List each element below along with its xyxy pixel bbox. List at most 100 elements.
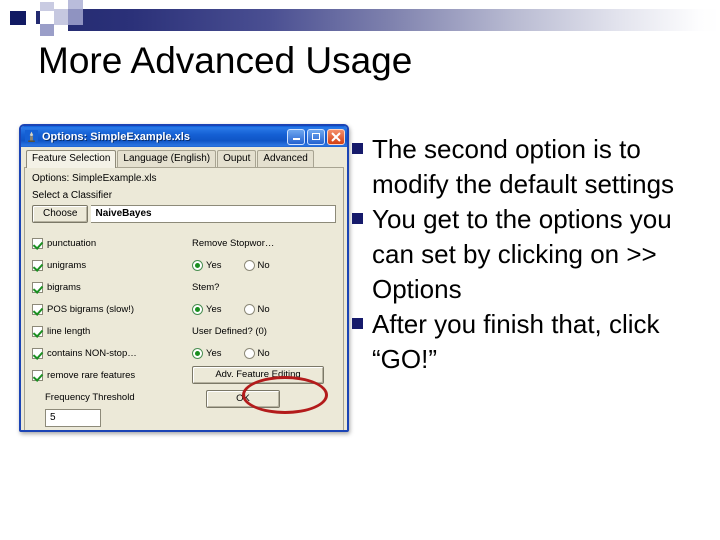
checkbox-contains-non-stop[interactable]: contains NON-stop… (32, 342, 186, 364)
radio-label: Yes (206, 303, 222, 315)
list-item: The second option is to modify the defau… (352, 132, 708, 202)
page-title: More Advanced Usage (38, 40, 413, 81)
feature-checkbox-column: punctuation unigrams bigrams POS bigrams… (32, 232, 186, 427)
deco-square (54, 25, 68, 36)
checkbox-icon[interactable] (32, 259, 43, 271)
checkbox-label: punctuation (47, 237, 97, 249)
radio-icon[interactable] (243, 259, 255, 271)
checkbox-label: unigrams (47, 259, 87, 271)
checkbox-label: bigrams (47, 281, 81, 293)
dialog-body: Feature Selection Language (English) Oup… (21, 147, 347, 430)
radio-icon[interactable] (192, 303, 203, 315)
minimize-icon (292, 138, 300, 140)
radio-stem-yes[interactable]: Yes (192, 303, 222, 315)
app-icon (25, 130, 38, 143)
classifier-value[interactable]: NaiveBayes (91, 205, 336, 223)
radio-label: No (257, 303, 270, 315)
feature-options-column: Remove Stopwor… Yes No Stem? Yes No User… (192, 232, 336, 427)
close-icon (331, 132, 341, 141)
deco-square (40, 11, 54, 25)
radio-remove-stopwords-yes[interactable]: Yes (192, 259, 222, 271)
list-item: You get to the options you can set by cl… (352, 202, 708, 307)
deco-square (0, 9, 10, 31)
user-defined-label: User Defined? (0) (192, 325, 267, 337)
dialog-title: Options: SimpleExample.xls (42, 130, 190, 143)
radio-icon[interactable] (192, 347, 203, 359)
dialog-titlebar[interactable]: Options: SimpleExample.xls (21, 126, 347, 147)
classifier-row: Choose NaiveBayes (32, 205, 336, 223)
remove-stopwords-radios[interactable]: Yes No (192, 254, 336, 276)
radio-label: Yes (206, 347, 222, 359)
deco-square (10, 11, 26, 25)
radio-label: No (257, 259, 270, 271)
checkbox-icon[interactable] (32, 347, 43, 359)
user-defined-radios[interactable]: Yes No (192, 342, 336, 364)
deco-square (26, 0, 40, 11)
bullet-text: After you finish that, click “GO!” (372, 309, 660, 374)
checkbox-bigrams[interactable]: bigrams (32, 276, 186, 298)
checkbox-remove-rare-features[interactable]: remove rare features (32, 364, 186, 386)
tab-bar[interactable]: Feature Selection Language (English) Oup… (24, 150, 344, 168)
panel-caption: Options: SimpleExample.xls (32, 173, 157, 184)
window-controls[interactable] (287, 128, 345, 145)
radio-stem-no[interactable]: No (243, 303, 270, 315)
frequency-threshold-label: Frequency Threshold (45, 392, 135, 403)
checkbox-label: POS bigrams (slow!) (47, 303, 135, 315)
bullet-square-icon (352, 213, 363, 224)
stem-label: Stem? (192, 281, 220, 293)
radio-label: Yes (206, 259, 222, 271)
checkbox-label: remove rare features (47, 369, 136, 381)
deco-square (40, 24, 54, 36)
tab-advanced[interactable]: Advanced (257, 150, 314, 167)
checkbox-icon[interactable] (32, 237, 43, 249)
minimize-button[interactable] (287, 128, 305, 145)
checkbox-punctuation[interactable]: punctuation (32, 232, 186, 254)
checkbox-pos-bigrams[interactable]: POS bigrams (slow!) (32, 298, 186, 320)
checkbox-label: contains NON-stop… (47, 347, 137, 359)
ok-button[interactable]: OK (206, 390, 280, 408)
options-dialog-window[interactable]: Options: SimpleExample.xls Feature Selec… (19, 124, 349, 432)
tab-language[interactable]: Language (English) (117, 150, 217, 167)
deco-square (26, 24, 40, 36)
checkbox-icon[interactable] (32, 369, 43, 381)
frequency-threshold-input[interactable]: 5 (45, 409, 101, 427)
remove-stopwords-label: Remove Stopwor… (192, 237, 275, 249)
slide-header-decoration (0, 0, 720, 40)
bullet-square-icon (352, 143, 363, 154)
deco-square (68, 0, 83, 9)
deco-square (54, 9, 68, 25)
adv-feature-editing-button[interactable]: Adv. Feature Editing (192, 366, 324, 384)
stem-radios[interactable]: Yes No (192, 298, 336, 320)
feature-selection-panel: Options: SimpleExample.xls Select a Clas… (24, 168, 344, 430)
radio-icon[interactable] (192, 259, 203, 271)
checkbox-icon[interactable] (32, 303, 43, 315)
checkbox-icon[interactable] (32, 281, 43, 293)
checkbox-label: line length (47, 325, 91, 337)
deco-square (10, 25, 26, 36)
bullet-text: You get to the options you can set by cl… (372, 204, 672, 304)
choose-button[interactable]: Choose (32, 205, 89, 223)
options-columns: punctuation unigrams bigrams POS bigrams… (32, 232, 336, 427)
close-button[interactable] (327, 128, 345, 145)
radio-icon[interactable] (243, 303, 255, 315)
checkbox-icon[interactable] (32, 325, 43, 337)
bullet-list: The second option is to modify the defau… (352, 132, 708, 377)
deco-square (40, 2, 54, 11)
tab-feature-selection[interactable]: Feature Selection (26, 150, 117, 168)
radio-label: No (257, 347, 270, 359)
checkbox-unigrams[interactable]: unigrams (32, 254, 186, 276)
checkbox-line-length[interactable]: line length (32, 320, 186, 342)
maximize-button[interactable] (307, 128, 325, 145)
deco-square (54, 0, 68, 9)
header-gradient-bar (36, 9, 720, 31)
bullet-square-icon (352, 318, 363, 329)
tab-output[interactable]: Ouput (217, 150, 257, 167)
radio-remove-stopwords-no[interactable]: No (243, 259, 270, 271)
radio-icon[interactable] (243, 347, 255, 359)
list-item: After you finish that, click “GO!” (352, 307, 708, 377)
deco-square (68, 9, 83, 25)
classifier-label: Select a Classifier (32, 190, 113, 201)
radio-user-defined-yes[interactable]: Yes (192, 347, 222, 359)
radio-user-defined-no[interactable]: No (243, 347, 270, 359)
bullet-text: The second option is to modify the defau… (372, 134, 675, 199)
